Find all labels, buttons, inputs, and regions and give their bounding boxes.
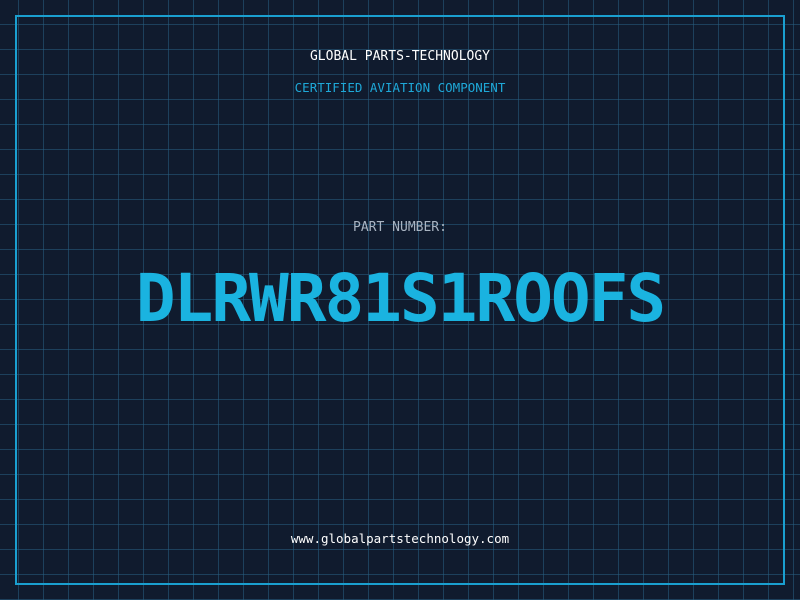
part-number-label: PART NUMBER:	[353, 220, 447, 235]
company-name: GLOBAL PARTS-TECHNOLOGY	[309, 49, 490, 64]
website-url: www.globalpartstechnology.com	[290, 531, 510, 546]
certificate-card: GLOBAL PARTS-TECHNOLOGY CERTIFIED AVIATI…	[0, 0, 800, 600]
certification-subtitle: CERTIFIED AVIATION COMPONENT	[294, 80, 506, 95]
part-number-value: DLRWR81S1ROOFS	[135, 260, 666, 337]
